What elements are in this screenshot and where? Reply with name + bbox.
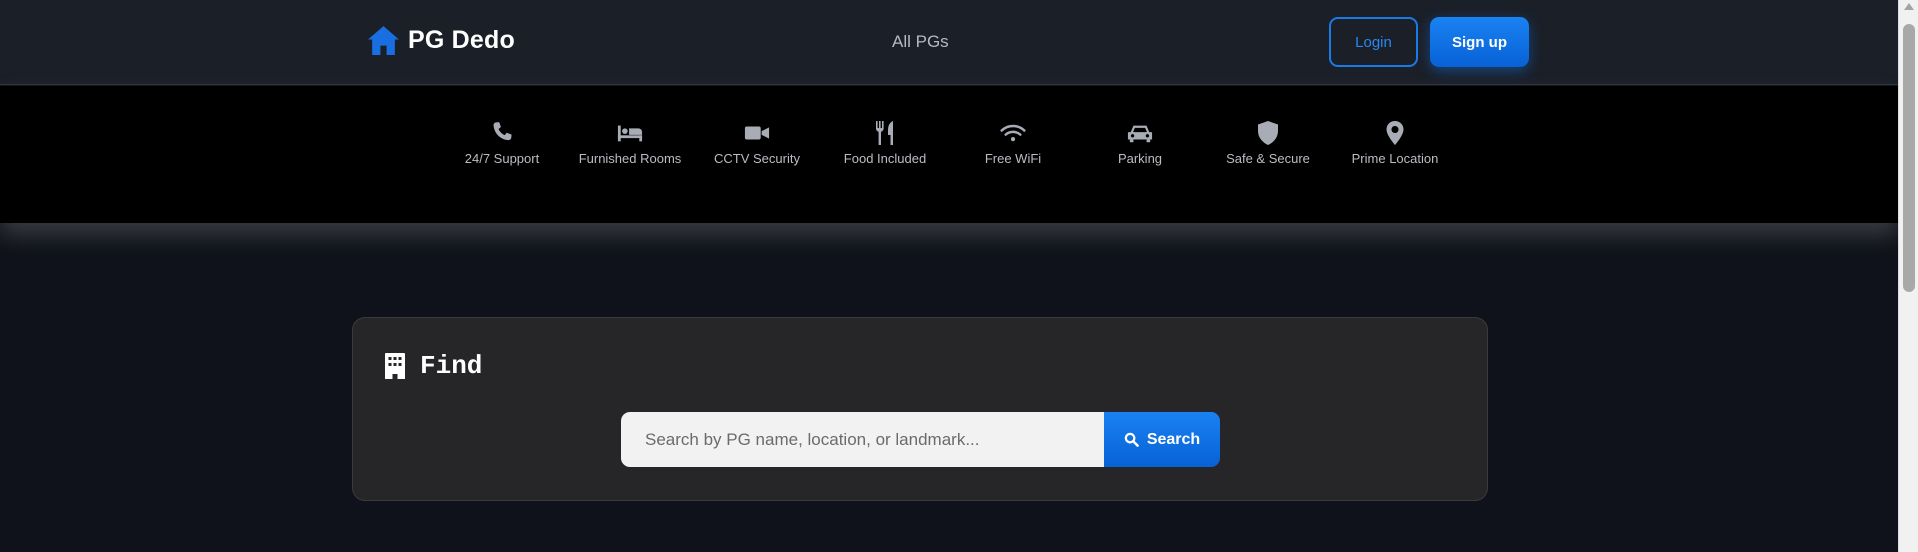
feature-label: Furnished Rooms [578, 151, 682, 166]
location-pin-icon [1386, 121, 1404, 145]
vertical-scrollbar[interactable] [1898, 0, 1918, 552]
find-heading: Find [384, 351, 482, 381]
find-title: Find [420, 351, 483, 381]
features-strip: 24/7 Support Furnished Rooms CCTV Securi… [0, 86, 1898, 223]
feature-parking: Parking [1085, 120, 1195, 166]
phone-icon [493, 122, 512, 141]
wifi-icon [1000, 124, 1026, 142]
feature-label: CCTV Security [714, 151, 800, 166]
feature-furnished: Furnished Rooms [575, 120, 685, 166]
nav-all-pgs-link[interactable]: All PGs [892, 32, 949, 52]
feature-support: 24/7 Support [447, 120, 557, 166]
top-navbar: PG Dedo All PGs Login Sign up [0, 0, 1898, 85]
feature-cctv: CCTV Security [702, 120, 812, 166]
feature-safety: Safe & Secure [1213, 120, 1323, 166]
building-icon [385, 353, 405, 379]
brand-name: PG Dedo [408, 26, 515, 54]
utensils-icon [876, 121, 893, 145]
car-icon [1127, 125, 1153, 143]
signup-button[interactable]: Sign up [1430, 17, 1529, 67]
feature-label: 24/7 Support [464, 151, 540, 166]
search-input[interactable] [621, 412, 1105, 467]
home-icon [368, 26, 399, 55]
feature-label: Parking [1117, 151, 1163, 166]
scroll-up-arrow-icon[interactable] [1904, 3, 1914, 10]
search-button[interactable]: Search [1104, 412, 1220, 467]
feature-label: Food Included [843, 151, 927, 166]
login-button[interactable]: Login [1329, 17, 1418, 67]
feature-label: Safe & Secure [1226, 151, 1310, 166]
shield-icon [1258, 121, 1278, 145]
feature-label: Free WiFi [984, 151, 1042, 166]
find-card: Find Search [352, 317, 1488, 501]
search-button-label: Search [1146, 430, 1201, 448]
feature-label: Prime Location [1351, 151, 1439, 166]
brand-logo[interactable]: PG Dedo [367, 25, 515, 56]
feature-wifi: Free WiFi [958, 120, 1068, 166]
feature-location: Prime Location [1340, 120, 1450, 166]
bed-icon [617, 125, 643, 142]
scrollbar-thumb[interactable] [1903, 24, 1915, 292]
search-icon [1124, 432, 1139, 447]
feature-food: Food Included [830, 120, 940, 166]
video-camera-icon [744, 126, 770, 140]
